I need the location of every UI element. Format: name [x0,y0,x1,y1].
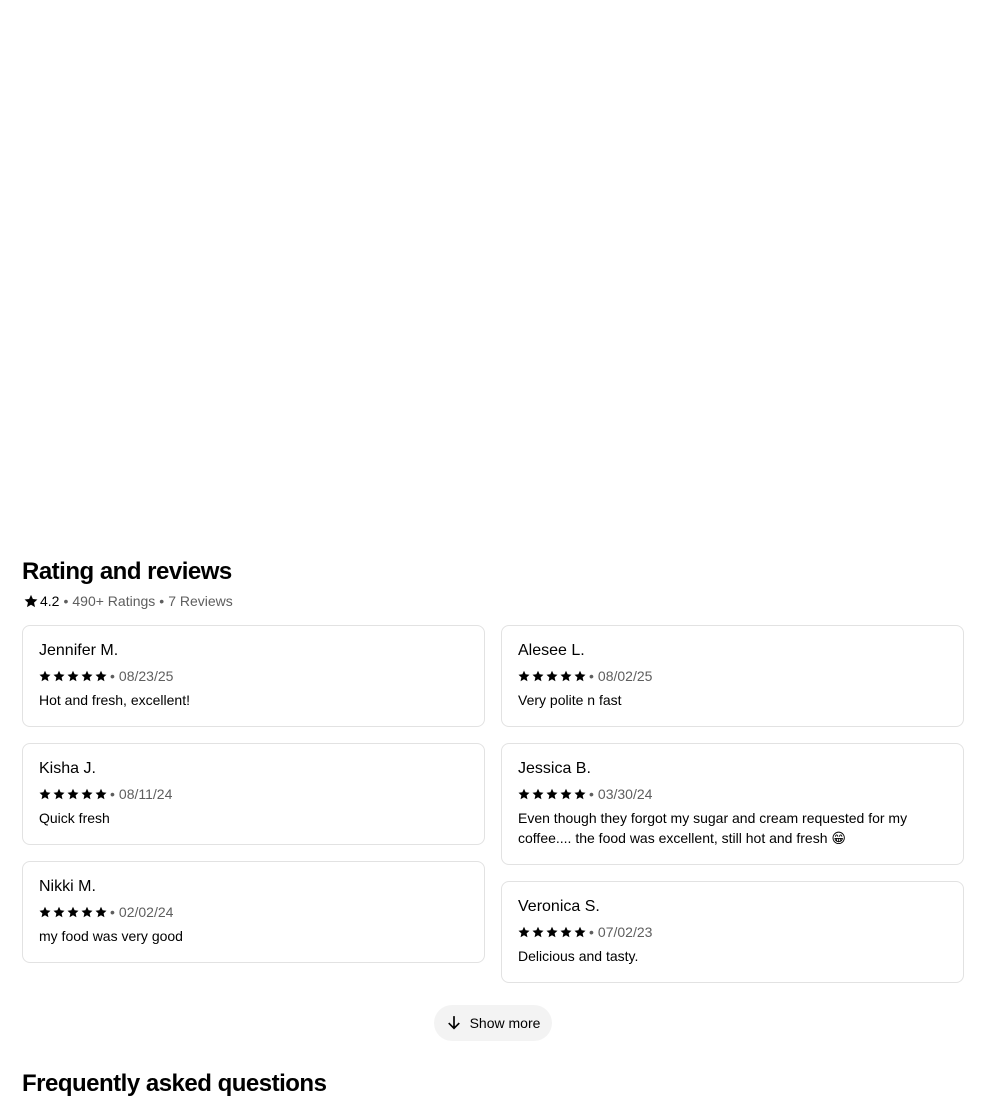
star-rating [518,670,588,682]
ratings-count: 490+ Ratings [72,593,156,609]
rating-value: 4.2 [40,593,60,609]
review-date: 03/30/24 [597,786,653,802]
reviewer-name: Veronica S. [518,898,600,915]
show-more-button[interactable]: Show more [433,1005,553,1041]
review-card: Jessica B. • 03/30/24 Even though they forg… [501,743,964,865]
star-rating [39,788,109,800]
star-icon [24,594,38,608]
separator: • [589,924,594,940]
star-icon [39,788,51,800]
review-text: Very polite n fast [518,692,622,708]
reviews-column-right: Alesee L. • 08/02/25 Very polite n fast Jess… [501,625,964,999]
star-icon [546,788,558,800]
reviews-column-left: Jennifer M. • 08/23/25 Hot and fresh, excel… [22,625,485,979]
separator: • [110,786,115,802]
review-date: 08/11/24 [118,786,173,802]
star-icon [95,788,107,800]
page: Rating and reviews 4.2 • 490+ Ratings • … [0,0,984,1096]
star-icon [53,670,65,682]
star-icon [546,670,558,682]
faq-title: Frequently asked questions [22,1070,327,1096]
star-icon [81,906,93,918]
star-icon [39,906,51,918]
review-card: Nikki M. • 02/02/24 my food was very good [22,861,485,963]
star-icon [95,670,107,682]
star-icon [53,788,65,800]
reviewer-name: Jennifer M. [39,642,119,659]
star-icon [518,926,530,938]
star-icon [546,926,558,938]
star-icon [518,670,530,682]
star-icon [532,788,544,800]
review-meta: • 08/02/25 [518,666,947,686]
review-date: 08/23/25 [118,668,174,684]
review-date: 07/02/23 [597,924,653,940]
star-icon [81,670,93,682]
reviews-count: 7 Reviews [168,593,233,609]
star-rating [518,788,588,800]
separator: • [63,593,69,609]
star-icon [39,670,51,682]
star-icon [560,788,572,800]
review-card: Veronica S. • 07/02/23 Delicious and tasty. [501,881,964,983]
review-text: Even though they forgot my sugar and cre… [518,810,908,846]
show-more-label: Show more [469,1015,541,1031]
review-text: Quick fresh [39,810,110,826]
reviews-grid: Jennifer M. • 08/23/25 Hot and fresh, excel… [22,625,964,985]
star-icon [81,788,93,800]
separator: • [159,593,165,609]
ratings-reviews-section: Rating and reviews 4.2 • 490+ Ratings • … [22,556,964,1041]
review-card: Jennifer M. • 08/23/25 Hot and fresh, excel… [22,625,485,727]
star-icon [67,906,79,918]
rating-summary: 4.2 • 490+ Ratings • 7 Reviews [22,590,964,612]
review-date: 02/02/24 [118,904,174,920]
star-icon [532,670,544,682]
review-meta: • 02/02/24 [39,902,468,922]
reviewer-name: Nikki M. [39,878,96,895]
show-more-wrapper: Show more [22,1005,964,1041]
separator: • [589,786,594,802]
star-rating [39,670,109,682]
star-icon [574,670,586,682]
reviewer-name: Jessica B. [518,760,591,777]
star-rating [518,926,588,938]
review-text: Delicious and tasty. [518,948,639,964]
star-icon [574,788,586,800]
star-icon [574,926,586,938]
star-rating [39,906,109,918]
star-icon [532,926,544,938]
separator: • [110,904,115,920]
review-text: Hot and fresh, excellent! [39,692,190,708]
star-icon [560,926,572,938]
reviewer-name: Kisha J. [39,760,96,777]
review-card: Alesee L. • 08/02/25 Very polite n fast [501,625,964,727]
review-text: my food was very good [39,928,183,944]
review-meta: • 03/30/24 [518,784,947,804]
star-icon [95,906,107,918]
separator: • [110,668,115,684]
star-icon [518,788,530,800]
review-date: 08/02/25 [597,668,653,684]
star-icon [53,906,65,918]
review-meta: • 07/02/23 [518,922,947,942]
reviewer-name: Alesee L. [518,642,585,659]
star-icon [67,788,79,800]
star-icon [560,670,572,682]
section-title: Rating and reviews [22,558,232,585]
arrow-down-icon [447,1016,460,1030]
review-card: Kisha J. • 08/11/24 Quick fresh [22,743,485,845]
separator: • [589,668,594,684]
review-meta: • 08/23/25 [39,666,468,686]
review-meta: • 08/11/24 [39,784,468,804]
star-icon [67,670,79,682]
